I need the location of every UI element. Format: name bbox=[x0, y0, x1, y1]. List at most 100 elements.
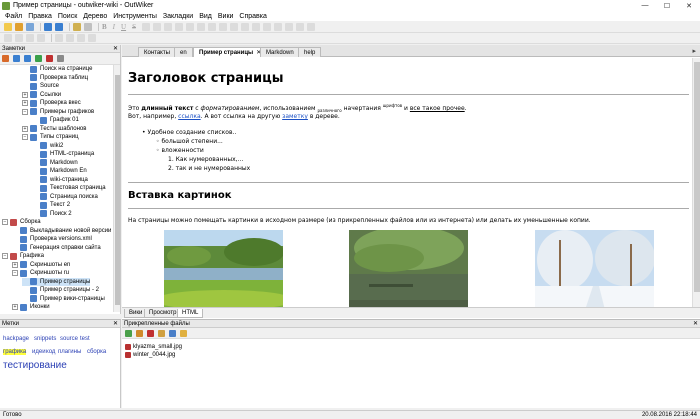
tree-node[interactable]: wiki-страница bbox=[32, 176, 88, 185]
menu-bookmarks[interactable]: Закладки bbox=[160, 13, 196, 20]
list-icon[interactable] bbox=[218, 22, 227, 31]
heading-icon[interactable] bbox=[273, 22, 282, 31]
tree-node[interactable]: Пример страницы - 2 bbox=[22, 286, 99, 295]
move-down-icon[interactable] bbox=[13, 55, 20, 62]
page-tab[interactable]: Пример страницы ✕ bbox=[193, 47, 268, 57]
note-link[interactable]: заметку bbox=[282, 113, 308, 120]
tree-node[interactable]: Страница поиска bbox=[32, 193, 98, 202]
move-up-icon[interactable] bbox=[24, 55, 31, 62]
tag-link[interactable]: сборка bbox=[87, 349, 106, 355]
close-button[interactable]: ✕ bbox=[678, 0, 700, 11]
tag-link[interactable]: идеи bbox=[32, 349, 46, 355]
new-notes-icon[interactable] bbox=[4, 22, 12, 31]
menu-file[interactable]: Файл bbox=[2, 13, 25, 20]
tree-node[interactable]: + Тесты шаблонов bbox=[22, 125, 86, 134]
heading4-icon[interactable] bbox=[37, 34, 45, 42]
tree-node[interactable]: Поиск на странице bbox=[22, 65, 92, 74]
heading2-icon[interactable] bbox=[15, 34, 23, 42]
symbol-icon[interactable] bbox=[55, 34, 63, 42]
tag-link[interactable]: source bbox=[60, 336, 78, 342]
tree-node[interactable]: − Примеры графиков bbox=[22, 108, 94, 117]
italic-icon[interactable]: I bbox=[113, 23, 115, 31]
paste-link-icon[interactable] bbox=[136, 329, 143, 337]
formula-icon[interactable] bbox=[306, 22, 315, 31]
menu-search[interactable]: Поиск bbox=[55, 13, 80, 20]
notes-tree[interactable]: Поиск на странице Проверка таблиц Source + С… bbox=[0, 65, 120, 312]
numbered-list-icon[interactable] bbox=[229, 22, 238, 31]
tree-node[interactable]: Markdown bbox=[32, 159, 78, 168]
menu-edit[interactable]: Правка bbox=[25, 13, 55, 20]
tree-node[interactable]: − Сборка bbox=[2, 218, 41, 227]
menu-wiki[interactable]: Вики bbox=[215, 13, 237, 20]
maximize-button[interactable]: ☐ bbox=[656, 0, 678, 11]
forward-icon[interactable] bbox=[55, 22, 63, 31]
expand-toggle-icon[interactable]: + bbox=[22, 100, 28, 107]
tabs-more-icon[interactable]: ▸ bbox=[692, 47, 696, 55]
tree-node[interactable]: График 01 bbox=[32, 116, 79, 125]
attachment-item[interactable]: klyazma_small.jpg bbox=[125, 344, 182, 350]
attach-files-icon[interactable] bbox=[125, 329, 132, 337]
link-icon[interactable] bbox=[240, 22, 249, 31]
bold-icon[interactable]: B bbox=[102, 23, 107, 31]
menu-help[interactable]: Справка bbox=[236, 13, 269, 20]
page-properties-icon[interactable] bbox=[57, 55, 64, 62]
add-sibling-icon[interactable] bbox=[2, 55, 9, 62]
external-link[interactable]: ссылка bbox=[178, 113, 200, 120]
menu-tools[interactable]: Инструменты bbox=[110, 13, 160, 20]
tree-node[interactable]: Поиск 2 bbox=[32, 210, 72, 219]
add-child-icon[interactable] bbox=[35, 55, 42, 62]
menu-tree[interactable]: Дерево bbox=[80, 13, 110, 20]
tree-node[interactable]: Текст 2 bbox=[32, 201, 70, 210]
tree-scroll-thumb[interactable] bbox=[115, 75, 120, 305]
tag-link[interactable]: тестирование bbox=[3, 360, 67, 371]
align-center-icon[interactable] bbox=[174, 22, 183, 31]
expand-toggle-icon[interactable]: − bbox=[22, 108, 28, 115]
tree-node[interactable]: Текстовая страница bbox=[32, 184, 106, 193]
refresh-icon[interactable] bbox=[169, 329, 176, 337]
strike-icon[interactable]: S bbox=[132, 23, 136, 31]
expand-toggle-icon[interactable]: + bbox=[22, 91, 28, 98]
expand-toggle-icon[interactable]: − bbox=[12, 270, 18, 277]
table-icon[interactable] bbox=[207, 22, 216, 31]
execute-icon[interactable] bbox=[158, 329, 165, 337]
attachments-panel-close-icon[interactable]: ✕ bbox=[693, 320, 698, 327]
tree-node[interactable]: − Графика bbox=[2, 252, 44, 261]
expand-toggle-icon[interactable]: + bbox=[12, 304, 18, 311]
tree-scrollbar[interactable] bbox=[113, 65, 120, 312]
tree-node[interactable]: Markdown En bbox=[32, 167, 87, 176]
subscript-icon[interactable] bbox=[141, 22, 150, 31]
tags-panel-close-icon[interactable]: ✕ bbox=[113, 320, 118, 327]
preview-scroll-thumb[interactable] bbox=[694, 62, 700, 292]
remove-page-icon[interactable] bbox=[46, 55, 53, 62]
open-folder-icon[interactable] bbox=[180, 329, 187, 337]
tree-node[interactable]: + Иконки bbox=[12, 303, 50, 312]
code-icon[interactable] bbox=[284, 22, 293, 31]
quote-icon[interactable] bbox=[295, 22, 304, 31]
underline-icon[interactable]: U bbox=[121, 23, 126, 31]
anchor-icon[interactable] bbox=[251, 22, 260, 31]
superscript-icon[interactable] bbox=[152, 22, 161, 31]
page-tab[interactable]: help bbox=[298, 47, 322, 57]
minimize-button[interactable]: — bbox=[634, 0, 656, 11]
page-tab[interactable]: Контакты bbox=[138, 47, 176, 57]
tab-preview[interactable]: Просмотр bbox=[144, 309, 182, 318]
tree-node[interactable]: Проверка versions.xml bbox=[12, 235, 92, 244]
tag-link[interactable]: snippets bbox=[34, 336, 56, 342]
align-left-icon[interactable] bbox=[163, 22, 172, 31]
tree-node[interactable]: + Ссылки bbox=[22, 91, 61, 100]
tree-node[interactable]: + Проверка вкес bbox=[22, 99, 81, 108]
align-right-icon[interactable] bbox=[185, 22, 194, 31]
tree-node[interactable]: HTML-страница bbox=[32, 150, 94, 159]
expand-toggle-icon[interactable]: − bbox=[2, 219, 8, 226]
tree-node[interactable]: wiki2 bbox=[32, 142, 63, 151]
menu-view[interactable]: Вид bbox=[196, 13, 215, 20]
tree-node[interactable]: − Типы страниц bbox=[22, 133, 79, 142]
tree-node[interactable]: Пример вики-страницы bbox=[22, 295, 105, 304]
edit-icon[interactable] bbox=[73, 22, 81, 31]
tag-link[interactable]: плагины bbox=[58, 349, 81, 355]
expand-toggle-icon[interactable]: − bbox=[2, 253, 8, 260]
tree-node[interactable]: Source bbox=[22, 82, 59, 91]
image-icon[interactable] bbox=[262, 22, 271, 31]
tree-node[interactable]: Проверка таблиц bbox=[22, 74, 88, 83]
page-tab[interactable]: Markdown bbox=[260, 47, 300, 57]
